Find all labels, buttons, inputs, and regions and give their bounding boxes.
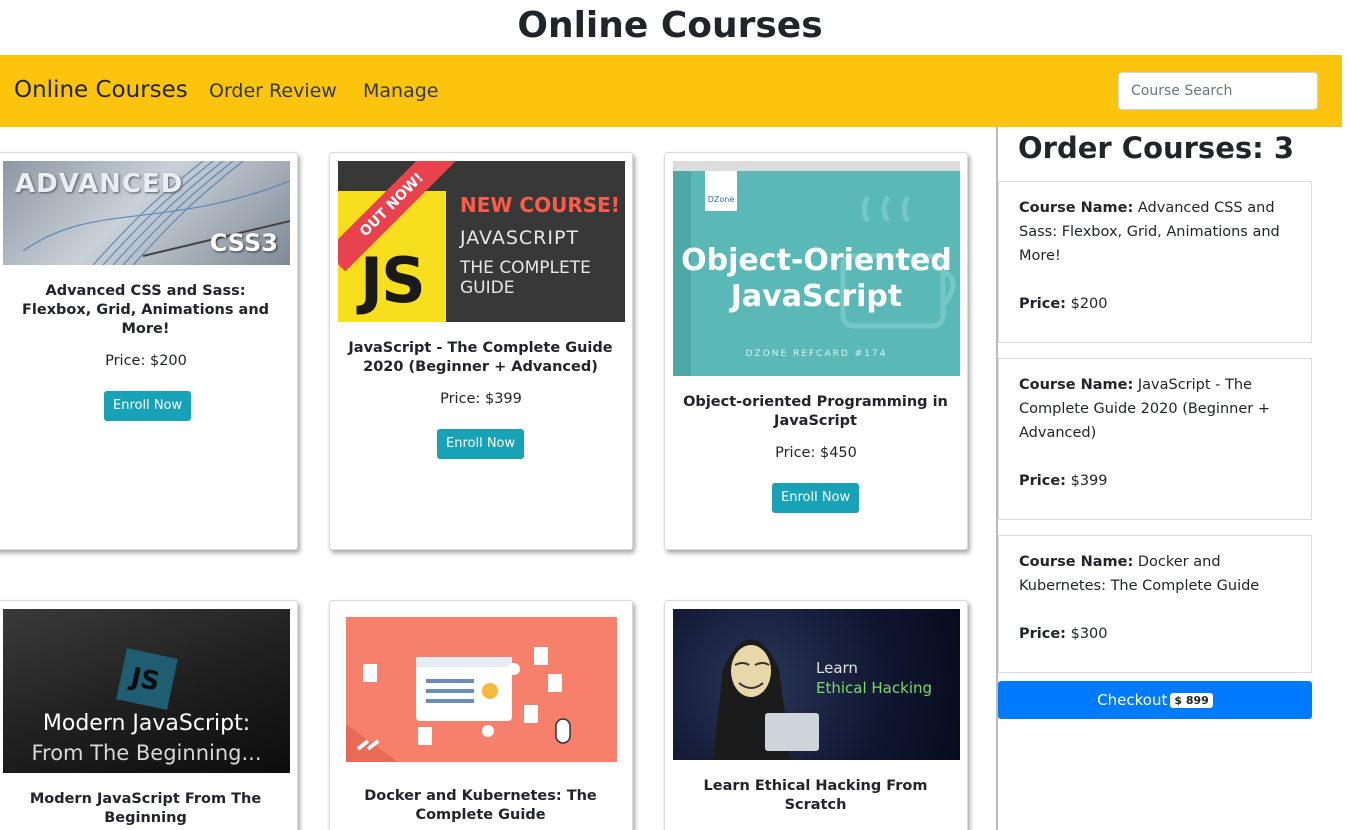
course-title: Docker and Kubernetes: The Complete Guid…: [364, 788, 597, 823]
course-card: JS OUT NOW! NEW COURSE! JAVASCRIPT THE C…: [329, 152, 633, 550]
checkout-button[interactable]: Checkout $ 899: [998, 681, 1312, 719]
course-name-label: Course Name:: [1019, 200, 1134, 216]
order-item: Course Name: Docker and Kubernetes: The …: [998, 535, 1312, 673]
course-image-line1: JAVASCRIPT: [460, 227, 580, 249]
course-image-line1: Modern JavaScript:: [42, 711, 251, 736]
course-image-line1: Learn: [816, 659, 858, 677]
price-label: Price:: [1019, 296, 1066, 312]
course-price: Price: $399: [440, 391, 522, 407]
course-image-label: ADVANCED: [15, 169, 184, 199]
order-course-price: $399: [1070, 473, 1108, 489]
course-card: ADVANCED CSS3 Advanced CSS and Sass: Fle…: [0, 152, 298, 550]
navbar-brand[interactable]: Online Courses: [14, 77, 188, 103]
course-image: Learn Ethical Hacking: [673, 609, 960, 760]
course-card: Learn Ethical Hacking Learn Ethical Hack…: [664, 600, 968, 830]
course-image: [338, 609, 625, 767]
course-image-line1: Object-Oriented: [681, 243, 952, 278]
course-title: Modern JavaScript From The Beginning: [29, 791, 262, 826]
course-card: DZone Object-Oriented JavaScript DZONE R…: [664, 152, 968, 550]
docker-illustration: [346, 617, 617, 762]
order-item: Course Name: Advanced CSS and Sass: Flex…: [998, 181, 1312, 343]
course-price: Price: $200: [105, 353, 187, 369]
enroll-button[interactable]: Enroll Now: [437, 429, 525, 459]
price-label: Price:: [1019, 473, 1066, 489]
course-card: JS Modern JavaScript: From The Beginning…: [0, 600, 298, 830]
order-course-price: $300: [1070, 626, 1108, 642]
course-name-label: Course Name:: [1019, 377, 1134, 393]
nav-link-manage[interactable]: Manage: [363, 80, 438, 102]
enroll-button[interactable]: Enroll Now: [772, 483, 860, 513]
navbar: Online Courses Order Review Manage: [0, 55, 1342, 127]
course-image-line2: JavaScript: [730, 279, 903, 314]
course-title: Learn Ethical Hacking From Scratch: [703, 778, 928, 813]
course-image-line2: THE COMPLETE GUIDE: [460, 258, 591, 298]
course-image-label: NEW COURSE!: [460, 193, 620, 217]
price-label: Price:: [1019, 626, 1066, 642]
course-image: DZone Object-Oriented JavaScript DZONE R…: [673, 161, 960, 376]
course-image: JS Modern JavaScript: From The Beginning…: [3, 609, 290, 773]
js-logo-text: JS: [360, 244, 426, 317]
course-card: Docker and Kubernetes: The Complete Guid…: [329, 600, 633, 830]
order-courses-title: Order Courses: 3: [1018, 131, 1294, 165]
course-image-sub: CSS3: [209, 229, 278, 257]
course-image-sub: DZONE REFCARD #174: [745, 349, 888, 359]
enroll-button[interactable]: Enroll Now: [104, 391, 192, 421]
nav-link-order-review[interactable]: Order Review: [209, 80, 337, 102]
checkout-label: Checkout: [1097, 691, 1168, 709]
page-title: Online Courses: [517, 5, 823, 46]
course-price: Price: $450: [775, 445, 857, 461]
order-item: Course Name: JavaScript - The Complete G…: [998, 358, 1312, 520]
course-image-line2: Ethical Hacking: [816, 679, 933, 697]
course-search-input[interactable]: [1118, 72, 1318, 110]
course-title: Object-oriented Programming in JavaScrip…: [683, 394, 948, 429]
checkout-total-badge: $ 899: [1170, 693, 1213, 708]
order-course-price: $200: [1070, 296, 1108, 312]
course-title: Advanced CSS and Sass: Flexbox, Grid, An…: [21, 283, 270, 337]
course-image: JS OUT NOW! NEW COURSE! JAVASCRIPT THE C…: [338, 161, 625, 322]
course-title: JavaScript - The Complete Guide 2020 (Be…: [348, 340, 613, 375]
course-name-label: Course Name:: [1019, 554, 1134, 570]
course-image-line2: From The Beginning...: [31, 741, 262, 765]
course-image: ADVANCED CSS3: [3, 161, 290, 265]
